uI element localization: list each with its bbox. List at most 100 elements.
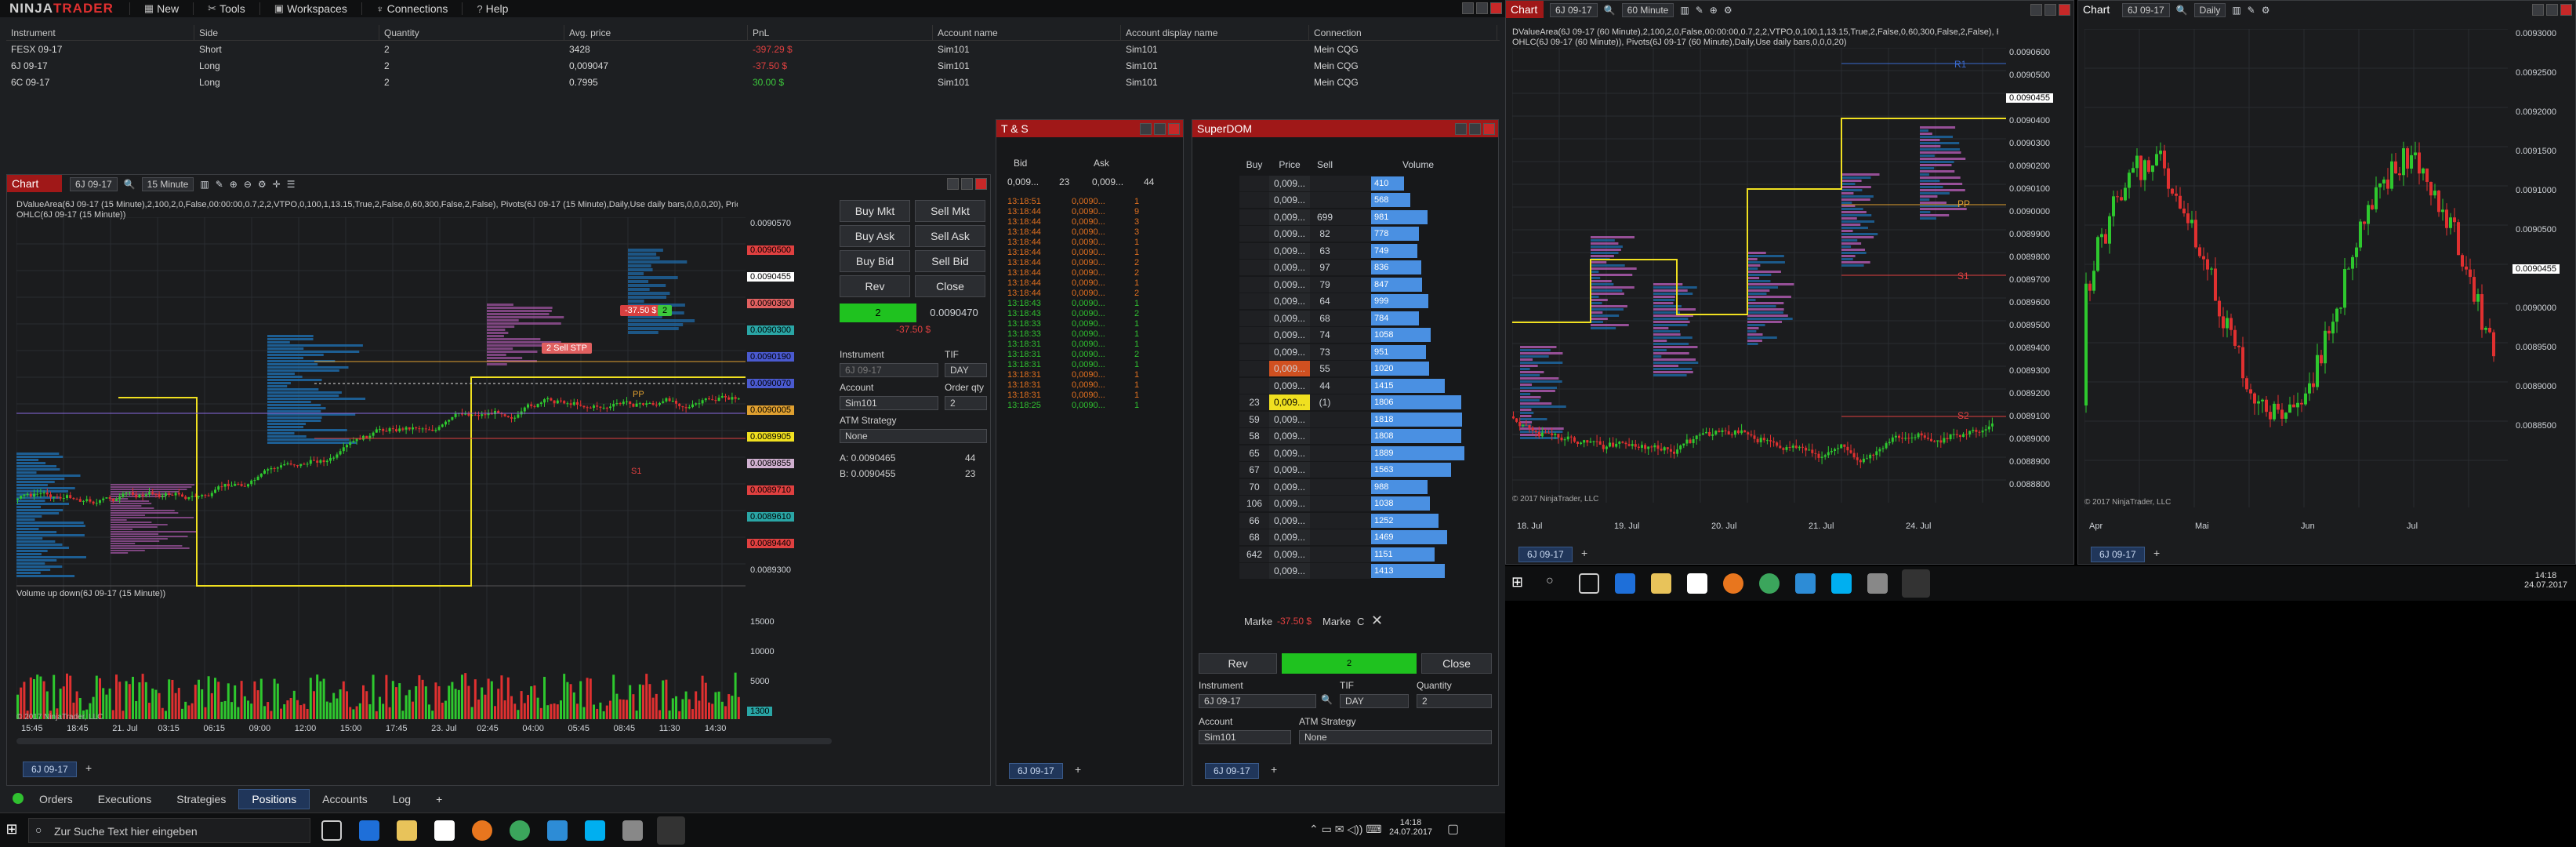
minimize-button[interactable] [2030, 4, 2042, 16]
chart2-price-axis[interactable]: 0.0090600 0.0090500 0.0090455 0.0090400 0.00… [2003, 48, 2073, 503]
minimize-button[interactable] [2532, 4, 2544, 16]
interval-selector[interactable]: 15 Minute [141, 177, 194, 191]
cortana-icon[interactable]: ○ [1546, 574, 1554, 588]
chart2-tab[interactable]: 6J 09-17 [1518, 547, 1573, 562]
sell-bid-button[interactable]: Sell Bid [915, 250, 985, 272]
dom-row[interactable]: 642 0,009... 1151 [1239, 546, 1482, 563]
close-button[interactable] [2560, 4, 2572, 16]
menu-workspaces[interactable]: ▣ Workspaces [265, 2, 357, 15]
instrument-selector[interactable]: 6J 09-17 [1550, 3, 1598, 17]
dom-row[interactable]: 65 0,009... 1889 [1239, 445, 1482, 462]
close-button[interactable] [975, 178, 987, 190]
tif-select[interactable]: DAY [945, 363, 987, 377]
properties-icon[interactable]: ⚙ [1724, 5, 1732, 16]
edge-icon[interactable] [359, 820, 379, 841]
taskbar-search[interactable]: ○ Zur Suche Text hier eingeben [28, 818, 310, 843]
task-view-icon[interactable] [321, 820, 342, 841]
interval-selector[interactable]: Daily [2193, 3, 2226, 17]
sell-stop-order-tag[interactable]: 2 Sell STP [542, 343, 592, 354]
firefox-icon[interactable] [472, 820, 492, 841]
position-row[interactable]: 6J 09-17 Long 2 0,009047 -37.50 $ Sim101 Sim10… [6, 57, 1500, 74]
dom-row[interactable]: 0,009... 44 1415 [1239, 377, 1482, 394]
app-icon[interactable] [622, 820, 643, 841]
col-connection[interactable]: Connection [1309, 24, 1497, 41]
properties-icon[interactable]: ⚙ [258, 179, 267, 190]
tab-orders[interactable]: Orders [27, 790, 85, 809]
skype-icon[interactable] [1831, 573, 1852, 594]
chart3-canvas[interactable] [2084, 29, 2508, 507]
dom-row[interactable]: 59 0,009... 1818 [1239, 411, 1482, 428]
zoom-in-icon[interactable]: ⊕ [1710, 5, 1718, 16]
properties-icon[interactable]: ⚙ [2262, 5, 2270, 16]
chart3-tab[interactable]: 6J 09-17 [2091, 547, 2145, 562]
close-position-button[interactable]: Close [915, 275, 985, 297]
col-side[interactable]: Side [194, 24, 379, 41]
search-icon[interactable]: 🔍 [1604, 5, 1616, 16]
add-tab-button[interactable]: + [1581, 547, 1587, 559]
search-icon[interactable]: 🔍 [124, 179, 136, 190]
minimize-button[interactable] [1140, 123, 1152, 135]
dom-atm-select[interactable]: None [1299, 730, 1492, 744]
draw-pen-icon[interactable]: ✎ [2248, 5, 2255, 16]
price-axis[interactable]: 0.0090570 0.0090500 0.0090455 0.0090390 0.00… [744, 219, 838, 595]
horizontal-scrollbar[interactable] [16, 738, 832, 744]
bar-chart-icon[interactable]: ▥ [2232, 5, 2240, 16]
maximize-button[interactable] [1476, 2, 1488, 14]
menu-new[interactable]: ▦ New [135, 2, 188, 15]
chart3-price-axis[interactable]: 0.0093000 0.0092500 0.0092000 0.0091500 0.00… [2509, 29, 2575, 507]
skype-icon[interactable] [585, 820, 605, 841]
dom-close-button[interactable]: Close [1421, 653, 1492, 674]
dom-row[interactable]: 0,009... 68 784 [1239, 310, 1482, 327]
draw-pen-icon[interactable]: ✎ [1696, 5, 1703, 16]
instrument-selector[interactable]: 6J 09-17 [2122, 3, 2170, 17]
time-axis[interactable]: 15:45 18:45 21. Jul 03:15 06:15 09:00 12:00 15:… [16, 724, 746, 738]
position-row[interactable]: 6C 09-17 Long 2 0.7995 30.00 $ Sim101 Sim101 Me… [6, 74, 1500, 90]
chart-tab[interactable]: 6J 09-17 [23, 762, 77, 777]
dom-row[interactable]: 0,009... 97 836 [1239, 260, 1482, 277]
app-icon[interactable] [547, 820, 568, 841]
bar-chart-icon[interactable]: ▥ [1680, 5, 1689, 16]
order-qty-input[interactable]: 2 [945, 396, 987, 410]
chrome-icon[interactable] [510, 820, 530, 841]
dom-row[interactable]: 0,009... 73 951 [1239, 344, 1482, 361]
instrument-selector[interactable]: 6J 09-17 [70, 177, 118, 191]
dom-reverse-button[interactable]: Rev [1199, 653, 1277, 674]
dom-row[interactable]: 0,009... 82 778 [1239, 226, 1482, 243]
maximize-button[interactable] [2546, 4, 2558, 16]
add-tab-button[interactable]: + [2153, 547, 2160, 559]
dom-row[interactable]: 0,009... 74 1058 [1239, 327, 1482, 344]
notifications-icon[interactable]: ▢ [1447, 821, 1459, 837]
price-chart-canvas[interactable] [16, 217, 841, 782]
dom-row[interactable]: 0,009... 699 981 [1239, 209, 1482, 226]
buy-ask-button[interactable]: Buy Ask [840, 225, 910, 247]
bar-chart-icon[interactable]: ▥ [200, 179, 209, 190]
dom-row[interactable]: 68 0,009... 1469 [1239, 529, 1482, 547]
dom-row[interactable]: 23 0,009... (1) 1806 [1239, 394, 1482, 412]
col-avg-price[interactable]: Avg. price [564, 24, 748, 41]
position-qty-tag[interactable]: 2 [658, 305, 673, 316]
crosshair-icon[interactable]: ✛ [273, 179, 281, 190]
app-icon[interactable] [1795, 573, 1816, 594]
edge-icon[interactable] [1615, 573, 1635, 594]
tab-executions[interactable]: Executions [85, 790, 164, 809]
ninjatrader-taskbar-icon[interactable] [657, 816, 685, 845]
account-select[interactable]: Sim101 [840, 396, 938, 410]
col-account-name[interactable]: Account name [933, 24, 1121, 41]
dom-row[interactable]: 0,009... 63 749 [1239, 242, 1482, 260]
buy-market-button[interactable]: Buy Mkt [840, 200, 910, 222]
add-tab-button[interactable]: + [85, 762, 92, 774]
clock[interactable]: 14:18 24.07.2017 [2524, 571, 2567, 590]
tab-accounts[interactable]: Accounts [310, 790, 380, 809]
add-tab-button[interactable]: + [1271, 763, 1277, 776]
volume-axis[interactable]: 15000 10000 5000 1300 [744, 617, 838, 719]
dom-tab[interactable]: 6J 09-17 [1205, 763, 1259, 779]
firefox-icon[interactable] [1723, 573, 1743, 594]
col-quantity[interactable]: Quantity [379, 24, 564, 41]
dom-account-select[interactable]: Sim101 [1199, 730, 1291, 744]
minimize-button[interactable] [1462, 2, 1474, 14]
dom-row[interactable]: 70 0,009... 988 [1239, 478, 1482, 496]
dom-row[interactable]: 0,009... 55 1020 [1239, 361, 1482, 378]
dom-instrument-select[interactable]: 6J 09-17 [1199, 694, 1316, 708]
menu-tools[interactable]: ✂ Tools [198, 2, 255, 15]
dom-row[interactable]: 0,009... 568 [1239, 192, 1482, 209]
